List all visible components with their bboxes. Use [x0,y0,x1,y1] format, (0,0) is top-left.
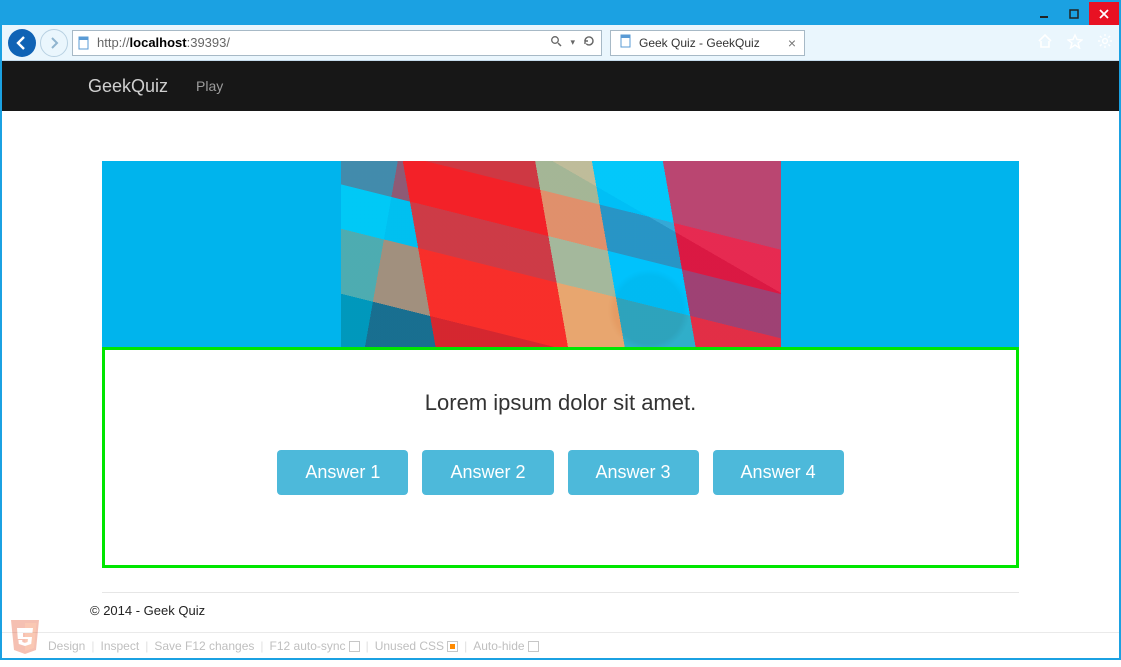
answer-button-3[interactable]: Answer 3 [568,450,699,495]
window-close-button[interactable] [1089,2,1119,25]
dropdown-icon[interactable]: ▾ [570,37,575,48]
dev-f12-autosync[interactable]: F12 auto-sync [270,639,360,653]
dev-divider: | [464,639,467,653]
checkbox-icon[interactable] [447,641,458,652]
brand-title[interactable]: GeekQuiz [88,76,168,97]
nav-link-play[interactable]: Play [196,78,223,94]
browser-command-icons [1037,33,1113,52]
url-port: :39393/ [187,35,230,50]
html5-badge-icon [8,618,42,656]
dev-save-f12[interactable]: Save F12 changes [154,639,254,653]
back-button[interactable] [8,29,36,57]
banner [102,161,1019,347]
address-bar[interactable]: http://localhost:39393/ ▾ [72,30,602,56]
dev-design[interactable]: Design [48,639,85,653]
home-icon[interactable] [1037,33,1053,52]
address-actions: ▾ [544,35,601,50]
dev-unused-css[interactable]: Unused CSS [375,639,458,653]
forward-button[interactable] [40,29,68,57]
dev-autohide-label: Auto-hide [473,639,524,653]
dev-divider: | [145,639,148,653]
gear-icon[interactable] [1097,33,1113,52]
star-icon[interactable] [1067,33,1083,52]
checkbox-icon[interactable] [528,641,539,652]
quiz-panel: Lorem ipsum dolor sit amet. Answer 1 Ans… [102,347,1019,568]
dev-divider: | [366,639,369,653]
answer-button-4[interactable]: Answer 4 [713,450,844,495]
dev-f12-autosync-label: F12 auto-sync [270,639,346,653]
checkbox-icon[interactable] [349,641,360,652]
footer-text: © 2014 - Geek Quiz [2,593,1119,628]
tab-close-icon[interactable]: × [788,35,796,51]
dev-toolbar: Design | Inspect | Save F12 changes | F1… [2,632,1119,658]
browser-window: http://localhost:39393/ ▾ Geek Quiz - Ge… [0,0,1121,660]
dev-divider: | [260,639,263,653]
answers-row: Answer 1 Answer 2 Answer 3 Answer 4 [125,450,996,495]
browser-tab-active[interactable]: Geek Quiz - GeekQuiz × [610,30,805,56]
answer-button-2[interactable]: Answer 2 [422,450,553,495]
dev-unused-css-label: Unused CSS [375,639,444,653]
page-icon [73,36,95,50]
question-text: Lorem ipsum dolor sit amet. [125,390,996,416]
search-icon[interactable] [550,35,562,50]
refresh-icon[interactable] [583,35,595,50]
tab-title: Geek Quiz - GeekQuiz [639,36,760,50]
browser-toolbar: http://localhost:39393/ ▾ Geek Quiz - Ge… [2,25,1119,61]
dev-autohide[interactable]: Auto-hide [473,639,538,653]
window-titlebar [2,2,1119,25]
site-navbar: GeekQuiz Play [2,61,1119,111]
window-minimize-button[interactable] [1029,2,1059,25]
content-wrap: Lorem ipsum dolor sit amet. Answer 1 Ans… [2,111,1119,568]
url-host: localhost [130,35,187,50]
window-maximize-button[interactable] [1059,2,1089,25]
browser-tabs: Geek Quiz - GeekQuiz × [610,30,805,56]
banner-image [341,161,781,347]
dev-inspect[interactable]: Inspect [100,639,139,653]
page-viewport: GeekQuiz Play Lorem ipsum dolor sit amet… [2,61,1119,658]
address-text: http://localhost:39393/ [95,35,544,50]
answer-button-1[interactable]: Answer 1 [277,450,408,495]
url-prefix: http:// [97,35,130,50]
tab-favicon [619,34,633,51]
dev-divider: | [91,639,94,653]
